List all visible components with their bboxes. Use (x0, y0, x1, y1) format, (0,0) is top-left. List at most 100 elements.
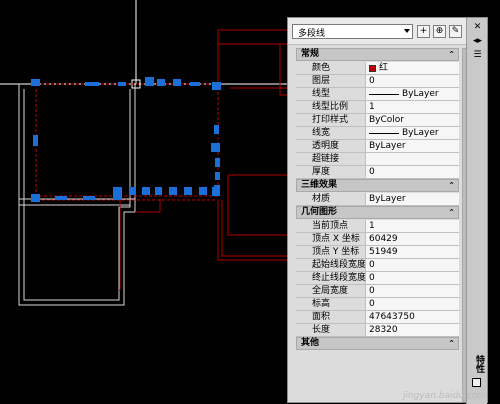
property-row[interactable]: 长度 28320 (296, 324, 459, 337)
object-type-value: 多段线 (298, 29, 326, 39)
property-label: 当前顶点 (296, 220, 366, 232)
property-row[interactable]: 线宽 ByLayer (296, 127, 459, 140)
property-value[interactable]: 0 (366, 166, 459, 178)
property-sheet: 常规 ⌃ 颜色红图层 0 线型 ByLayer 线型比例 1 打印样式 ByColor 线宽 ByLa… (296, 48, 459, 404)
property-value-text: ByColor (369, 115, 404, 125)
property-value[interactable]: ByLayer (366, 127, 459, 139)
property-row[interactable]: 颜色 红 (296, 62, 459, 75)
property-value[interactable]: ByLayer (366, 140, 459, 152)
property-value[interactable]: ByColor (366, 114, 459, 126)
close-icon[interactable]: ✕ (472, 22, 483, 33)
property-label: 标高 (296, 298, 366, 310)
property-row[interactable]: 图层 0 (296, 75, 459, 88)
palette-settings-icon[interactable] (472, 378, 481, 387)
chevron-down-icon (404, 29, 410, 33)
collapse-icon[interactable]: ⌃ (448, 340, 455, 348)
property-value-text: 28320 (369, 325, 398, 335)
property-row[interactable]: 当前顶点 1 (296, 220, 459, 233)
property-label: 顶点 X 坐标 (296, 233, 366, 245)
select-objects-button[interactable]: ⊕ (433, 25, 446, 38)
palette-titlebar[interactable]: ✕ ◂▸ ☰ 特性 (466, 18, 487, 404)
property-value[interactable]: 0 (366, 259, 459, 271)
property-value[interactable]: 28320 (366, 324, 459, 336)
properties-palette: 多段线 + ⊕ ✎ 常规 ⌃ 颜色红图层 0 线型 ByLayer 线型比例 1 打印样式 ByC… (287, 17, 488, 404)
property-row[interactable]: 超链接 (296, 153, 459, 166)
property-value-text: ByLayer (369, 194, 406, 204)
linetype-preview (369, 132, 399, 134)
watermark-text: jingyan.baidu.com (402, 391, 486, 401)
property-label: 终止线段宽度 (296, 272, 366, 284)
property-row[interactable]: 标高 0 (296, 298, 459, 311)
property-row[interactable]: 材质 ByLayer (296, 193, 459, 206)
category-title: 其他 (301, 338, 320, 348)
palette-toolbar: 多段线 + ⊕ ✎ (288, 18, 467, 45)
property-value[interactable]: 60429 (366, 233, 459, 245)
property-row[interactable]: 起始线段宽度 0 (296, 259, 459, 272)
property-row[interactable]: 全局宽度 0 (296, 285, 459, 298)
property-row[interactable]: 线型比例 1 (296, 101, 459, 114)
linetype-preview (369, 93, 399, 95)
autohide-icon[interactable]: ◂▸ (472, 36, 483, 47)
category-title: 常规 (301, 49, 320, 59)
property-row[interactable]: 顶点 X 坐标 60429 (296, 233, 459, 246)
property-value-text: 1 (369, 102, 375, 112)
collapse-icon[interactable]: ⌃ (448, 209, 455, 217)
collapse-icon[interactable]: ⌃ (448, 51, 455, 59)
category-title: 三维效果 (301, 180, 338, 190)
property-value-text: 47643750 (369, 312, 415, 322)
category-header[interactable]: 其他 ⌃ (296, 337, 459, 350)
property-value[interactable]: 0 (366, 285, 459, 297)
property-value[interactable]: 0 (366, 75, 459, 87)
category-header[interactable]: 常规 ⌃ (296, 48, 459, 61)
object-type-dropdown[interactable]: 多段线 (292, 24, 413, 39)
toggle-pickadd-button[interactable]: + (417, 25, 430, 38)
property-value-text: 0 (369, 167, 375, 177)
property-value-text: 60429 (369, 234, 398, 244)
property-row[interactable]: 线型 ByLayer (296, 88, 459, 101)
property-row[interactable]: 透明度 ByLayer (296, 140, 459, 153)
property-value-text: 0 (369, 286, 375, 296)
property-label: 起始线段宽度 (296, 259, 366, 271)
property-row[interactable]: 厚度 0 (296, 166, 459, 179)
property-label: 图层 (296, 75, 366, 87)
menu-icon[interactable]: ☰ (472, 50, 483, 61)
property-label: 顶点 Y 坐标 (296, 246, 366, 258)
category-header[interactable]: 三维效果 ⌃ (296, 179, 459, 192)
property-value[interactable]: 0 (366, 272, 459, 284)
property-value-text: ByLayer (402, 128, 439, 138)
property-value[interactable]: 1 (366, 101, 459, 113)
property-row[interactable]: 面积 47643750 (296, 311, 459, 324)
property-label: 颜色 (296, 62, 366, 74)
property-value-text: ByLayer (369, 141, 406, 151)
property-label: 线型 (296, 88, 366, 100)
category-title: 几何图形 (301, 207, 338, 217)
property-label: 透明度 (296, 140, 366, 152)
property-row[interactable]: 终止线段宽度 0 (296, 272, 459, 285)
property-value[interactable]: 0 (366, 298, 459, 310)
property-value[interactable]: ByLayer (366, 193, 459, 205)
property-label: 全局宽度 (296, 285, 366, 297)
property-label: 材质 (296, 193, 366, 205)
property-label: 线宽 (296, 127, 366, 139)
property-value-text: 0 (369, 76, 375, 86)
property-row[interactable]: 顶点 Y 坐标 51949 (296, 246, 459, 259)
color-swatch (369, 64, 376, 72)
property-label: 长度 (296, 324, 366, 336)
property-value-text: 0 (369, 273, 375, 283)
property-value[interactable]: 51949 (366, 246, 459, 258)
property-label: 厚度 (296, 166, 366, 178)
property-value[interactable]: ByLayer (366, 88, 459, 100)
property-label: 线型比例 (296, 101, 366, 113)
property-label: 超链接 (296, 153, 366, 165)
property-value[interactable]: 1 (366, 220, 459, 232)
palette-title: 特性 (474, 355, 484, 373)
property-value[interactable]: 红 (366, 62, 459, 74)
property-value[interactable]: 47643750 (366, 311, 459, 323)
property-label: 打印样式 (296, 114, 366, 126)
category-header[interactable]: 几何图形 ⌃ (296, 206, 459, 219)
property-value[interactable] (366, 153, 459, 165)
collapse-icon[interactable]: ⌃ (448, 182, 455, 190)
quick-select-button[interactable]: ✎ (449, 25, 462, 38)
property-row[interactable]: 打印样式 ByColor (296, 114, 459, 127)
property-value-text: 红 (379, 63, 389, 73)
